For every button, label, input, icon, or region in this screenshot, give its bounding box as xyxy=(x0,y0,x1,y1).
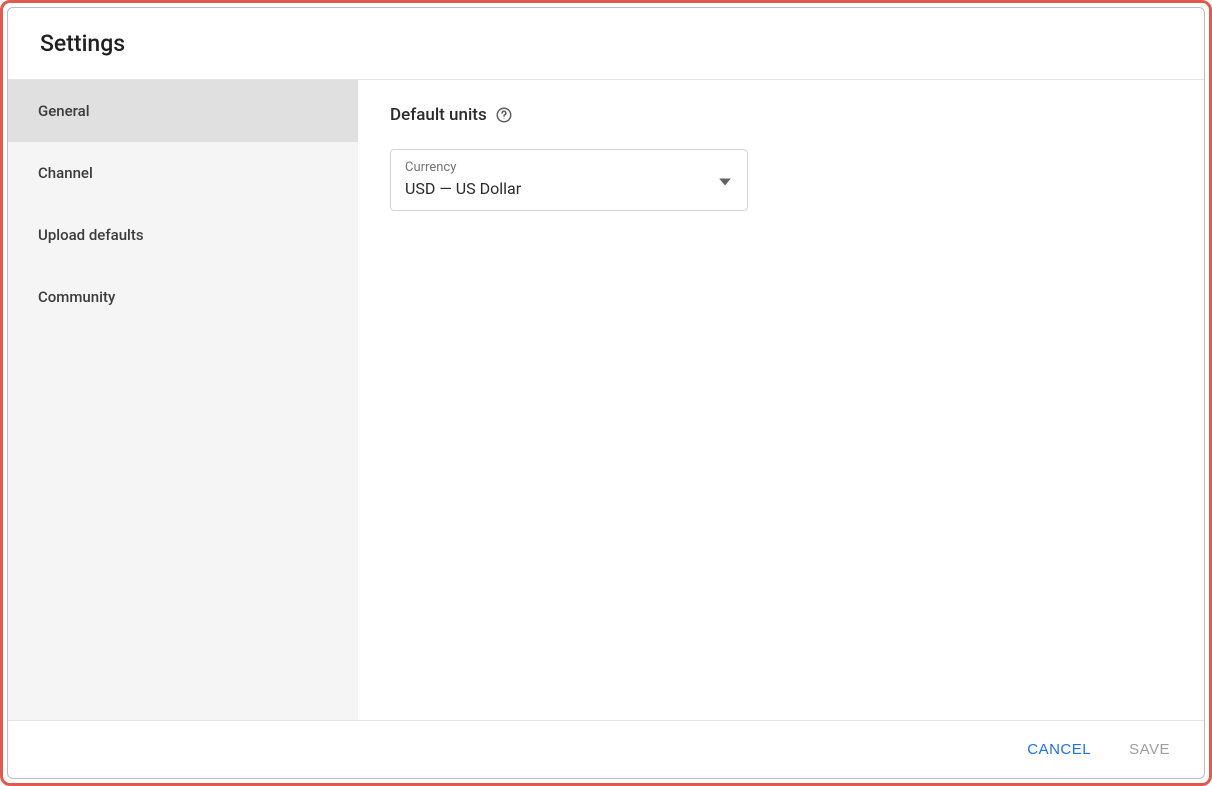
dialog-footer: CANCEL SAVE xyxy=(8,721,1204,778)
currency-select[interactable]: Currency USD — US Dollar xyxy=(390,149,748,211)
dialog-body: General Channel Upload defaults Communit… xyxy=(8,80,1204,721)
sidebar-item-community[interactable]: Community xyxy=(8,266,358,328)
chevron-down-icon xyxy=(719,171,731,190)
settings-main: Default units Currency USD — US Dollar xyxy=(358,80,1204,720)
highlight-frame: Settings General Channel Upload defaults… xyxy=(0,0,1212,786)
dialog-header: Settings xyxy=(8,8,1204,80)
sidebar-item-upload-defaults[interactable]: Upload defaults xyxy=(8,204,358,266)
sidebar-item-general[interactable]: General xyxy=(8,80,358,142)
sidebar-item-channel[interactable]: Channel xyxy=(8,142,358,204)
sidebar-item-label: Channel xyxy=(38,164,93,182)
help-outline-icon[interactable] xyxy=(495,106,513,124)
settings-dialog: Settings General Channel Upload defaults… xyxy=(7,7,1205,779)
section-title: Default units xyxy=(390,105,487,125)
cancel-button[interactable]: CANCEL xyxy=(1023,735,1095,764)
save-button[interactable]: SAVE xyxy=(1125,735,1174,764)
currency-select-label: Currency xyxy=(405,160,733,175)
settings-sidebar: General Channel Upload defaults Communit… xyxy=(8,80,358,720)
section-heading: Default units xyxy=(390,105,1172,125)
sidebar-item-label: General xyxy=(38,102,90,120)
dialog-title: Settings xyxy=(40,30,1172,57)
sidebar-item-label: Community xyxy=(38,288,115,306)
sidebar-item-label: Upload defaults xyxy=(38,226,144,244)
currency-select-value: USD — US Dollar xyxy=(405,179,733,198)
